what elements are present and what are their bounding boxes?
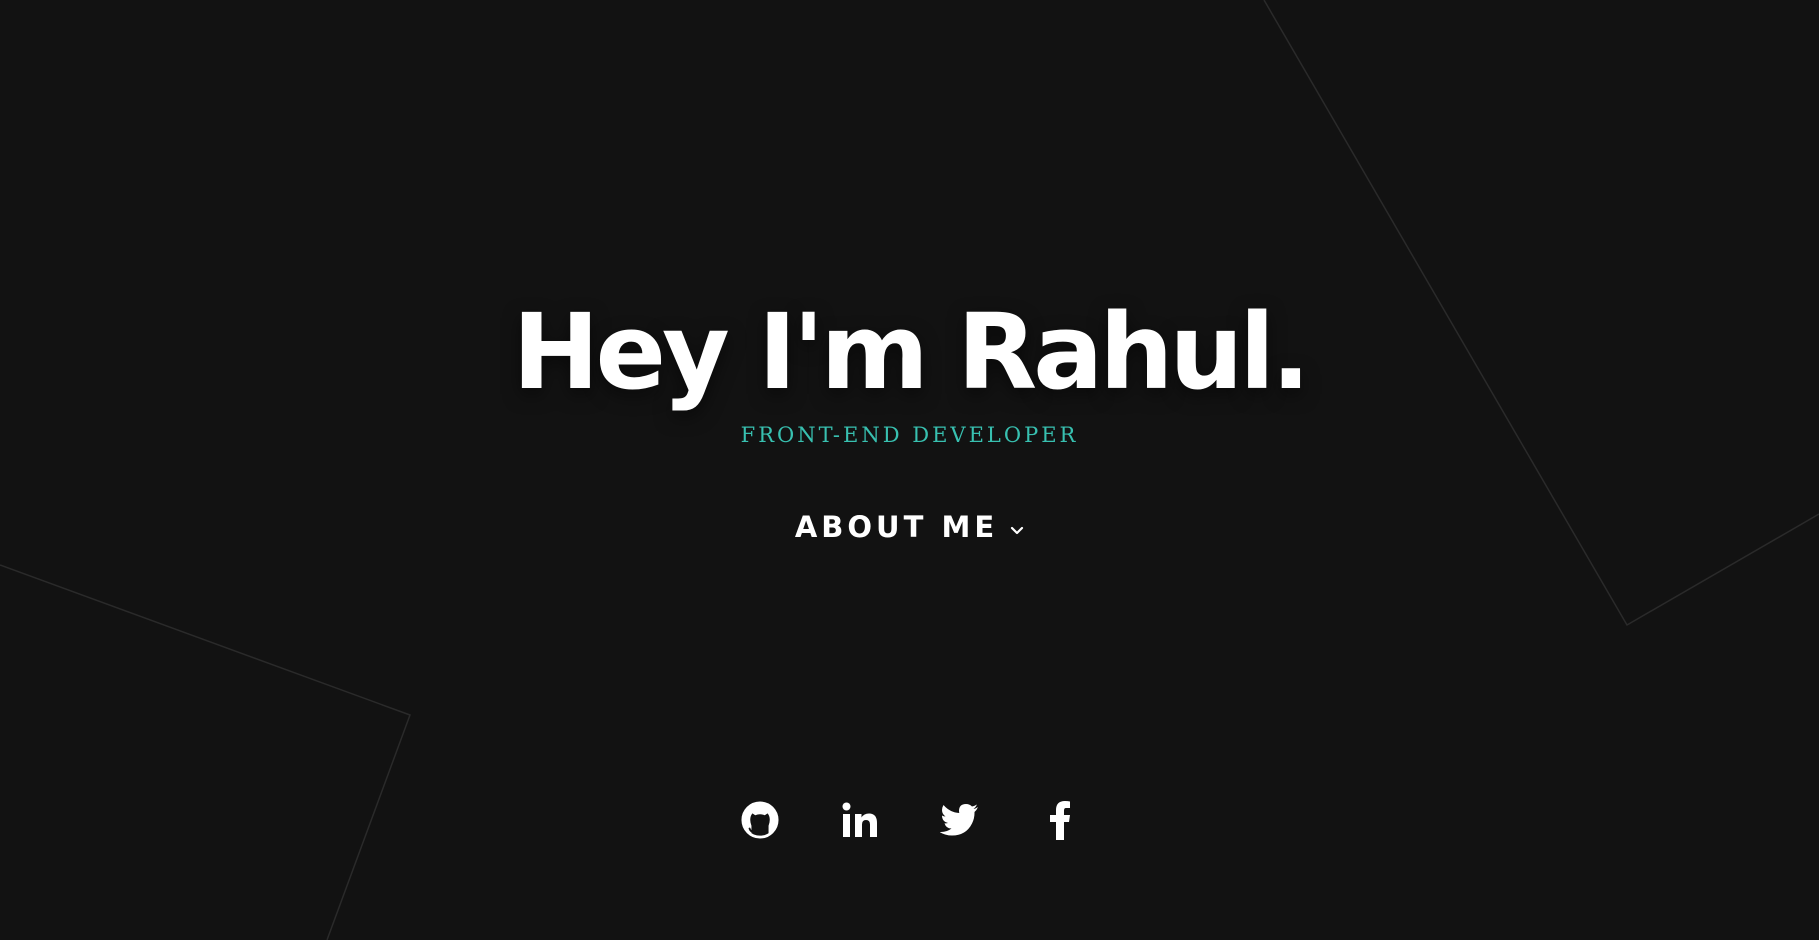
twitter-link[interactable] bbox=[939, 798, 980, 842]
linkedin-link[interactable] bbox=[840, 798, 880, 842]
github-icon bbox=[740, 801, 779, 839]
linkedin-icon bbox=[840, 800, 880, 840]
twitter-icon bbox=[939, 803, 980, 837]
facebook-icon bbox=[1048, 800, 1072, 840]
hero-subtitle: FRONT-END DEVELOPER bbox=[740, 423, 1079, 447]
hero-section: Hey I'm Rahul. FRONT-END DEVELOPER ABOUT… bbox=[0, 0, 1819, 940]
social-links bbox=[0, 798, 1819, 842]
about-me-label: ABOUT ME bbox=[794, 510, 999, 544]
hero-title: Hey I'm Rahul. bbox=[512, 291, 1310, 413]
facebook-link[interactable] bbox=[1040, 798, 1080, 842]
github-link[interactable] bbox=[740, 798, 780, 842]
chevron-down-icon bbox=[1010, 504, 1024, 548]
about-me-link[interactable]: ABOUT ME bbox=[0, 505, 1819, 549]
